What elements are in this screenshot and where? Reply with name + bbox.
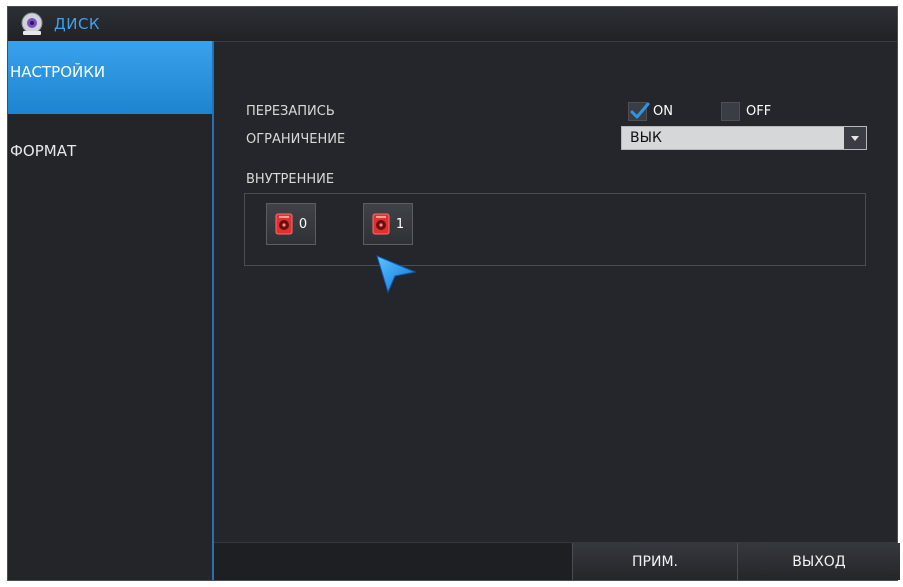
overwrite-on-label: ON bbox=[653, 104, 673, 119]
bottom-bar: ПРИМ. ВЫХОД bbox=[214, 542, 900, 580]
apply-button-label: ПРИМ. bbox=[632, 553, 678, 570]
sidebar-item-label: НАСТРОЙКИ bbox=[10, 63, 106, 81]
sidebar-item-label: ФОРМАТ bbox=[10, 141, 77, 160]
disk-button-0[interactable]: 0 bbox=[266, 203, 316, 245]
exit-button-label: ВЫХОД bbox=[792, 553, 846, 570]
internal-disks-label: ВНУТРЕННИЕ bbox=[246, 172, 335, 187]
title-bar: ДИСК bbox=[8, 7, 897, 42]
limit-select[interactable]: ВЫК bbox=[621, 126, 867, 150]
sidebar-item-format[interactable]: ФОРМАТ bbox=[8, 114, 212, 187]
overwrite-off-checkbox[interactable] bbox=[721, 102, 740, 121]
exit-button[interactable]: ВЫХОД bbox=[737, 543, 900, 580]
disk-number: 1 bbox=[395, 216, 405, 232]
internal-disks-panel: 0 1 bbox=[244, 193, 866, 266]
overwrite-label: ПЕРЕЗАПИСЬ bbox=[246, 104, 335, 119]
settings-content: ПЕРЕЗАПИСЬ ON OFF ОГРАНИЧЕНИЕ ВЫК ВНУТРЕ… bbox=[214, 41, 900, 580]
limit-select-value: ВЫК bbox=[630, 130, 662, 146]
apply-button[interactable]: ПРИМ. bbox=[572, 543, 737, 580]
disc-icon bbox=[21, 12, 43, 35]
chevron-down-icon[interactable] bbox=[844, 127, 866, 149]
limit-label: ОГРАНИЧЕНИЕ bbox=[246, 132, 346, 147]
sidebar: НАСТРОЙКИ ФОРМАТ bbox=[8, 41, 214, 580]
overwrite-off-label: OFF bbox=[746, 104, 772, 119]
checkmark-icon bbox=[630, 102, 650, 119]
hdd-icon bbox=[275, 213, 293, 235]
window-title: ДИСК bbox=[54, 15, 101, 33]
hdd-icon bbox=[372, 213, 390, 235]
disk-button-1[interactable]: 1 bbox=[363, 203, 413, 245]
overwrite-on-checkbox[interactable] bbox=[628, 102, 650, 121]
disk-settings-window: ДИСК НАСТРОЙКИ ФОРМАТ ПЕРЕЗАПИСЬ ON OFF … bbox=[7, 6, 900, 581]
sidebar-item-settings[interactable]: НАСТРОЙКИ bbox=[8, 41, 212, 114]
mouse-pointer-icon bbox=[376, 255, 417, 294]
disk-number: 0 bbox=[298, 216, 308, 232]
